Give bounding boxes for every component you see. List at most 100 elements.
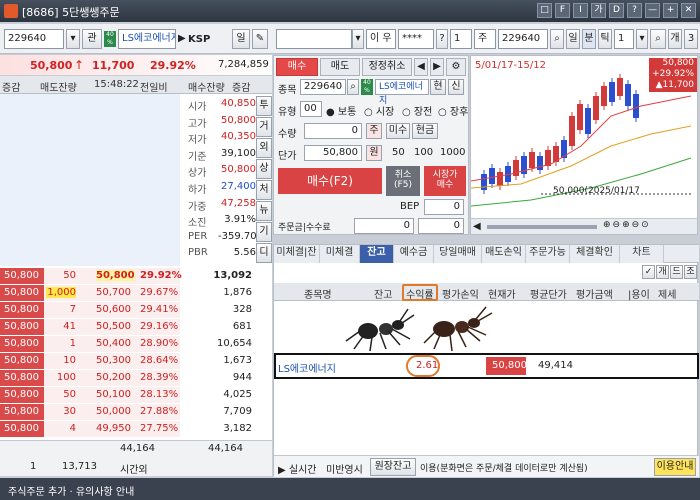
buy-submit-button[interactable]: 매수(F2) — [278, 168, 382, 194]
bid-remain: 10,654 — [217, 338, 252, 349]
chart-scroll-left-icon[interactable]: ◀ — [473, 221, 481, 232]
bottom-tab-8[interactable]: 차트 — [620, 245, 664, 263]
help-icon[interactable]: ? — [436, 29, 448, 49]
price-unit-button[interactable]: 원 — [366, 145, 382, 161]
window-button-6[interactable]: — — [645, 3, 660, 18]
window-button-8[interactable]: ✕ — [681, 3, 696, 18]
chevron-down-icon[interactable]: ▾ — [352, 29, 364, 49]
three-button[interactable]: 3 — [684, 29, 698, 49]
holding-row[interactable]: LS에코에너지 2.61 50,800 49,414 — [274, 353, 699, 379]
order-search-icon[interactable]: ⌕ — [347, 79, 359, 95]
window-button-1[interactable]: F — [555, 3, 570, 18]
tab-buy[interactable]: 매수 — [276, 58, 318, 76]
window-button-5[interactable]: ? — [627, 3, 642, 18]
tab-modify-cancel[interactable]: 정정취소 — [362, 58, 412, 76]
bottom-bar-text: 주식주문 추가 · 유의사항 안내 — [8, 487, 135, 498]
toggle-button-2[interactable]: 드 — [670, 265, 683, 279]
window-button-3[interactable]: 가 — [591, 3, 606, 18]
bid-price[interactable]: 50,200 — [96, 372, 131, 383]
side-tab-6[interactable]: 기 — [256, 222, 272, 242]
bid-price[interactable]: 50,800 — [96, 270, 135, 281]
bid-price[interactable]: 50,700 — [96, 287, 131, 298]
play-icon[interactable]: ▶ — [178, 33, 186, 44]
day-period-button[interactable]: 일 — [566, 29, 580, 49]
bottom-tab-2[interactable]: 잔고 — [360, 245, 394, 263]
type-label: 유형 — [278, 107, 297, 118]
radio-market[interactable]: ○ 시장 — [364, 103, 394, 118]
cash-button[interactable]: 현금 — [412, 123, 438, 139]
password-field[interactable]: **** — [398, 29, 434, 49]
usage-guide-button[interactable]: 이용안내 — [654, 458, 696, 476]
tab-next-icon[interactable]: ▶ — [430, 58, 444, 76]
chart-scrollbar[interactable] — [487, 225, 597, 229]
bottom-tab-4[interactable]: 당일매매 — [434, 245, 482, 263]
unfilled-button[interactable]: 미수 — [386, 123, 410, 139]
bottom-tab-1[interactable]: 미체결 — [320, 245, 360, 263]
qty-unit-button[interactable]: 주 — [366, 123, 382, 139]
radio-normal[interactable]: ● 보통 — [326, 103, 356, 118]
window-button-7[interactable]: + — [663, 3, 678, 18]
price-input[interactable]: 50,800 — [304, 145, 362, 161]
stock-type-select[interactable]: 주 — [474, 29, 496, 49]
ge-button[interactable]: 개 — [668, 29, 682, 49]
bid-price[interactable]: 50,500 — [96, 321, 131, 332]
window-button-0[interactable]: □ — [537, 3, 552, 18]
bid-price[interactable]: 50,000 — [96, 406, 131, 417]
side-tab-0[interactable]: 투 — [256, 96, 272, 116]
day-button[interactable]: 일 — [232, 29, 250, 49]
search-icon-3[interactable]: ⌕ — [650, 29, 666, 49]
bid-price[interactable]: 50,300 — [96, 355, 131, 366]
toggle-button-1[interactable]: 개 — [656, 265, 669, 279]
toggle-button-0[interactable]: ✓ — [642, 265, 655, 279]
search-icon[interactable]: ▾ — [66, 29, 80, 49]
side-tab-5[interactable]: 뉴 — [256, 201, 272, 221]
cancel-f5-button[interactable]: 취소 (F5) — [386, 166, 420, 196]
interval-chevron-icon[interactable]: ▾ — [636, 29, 648, 49]
related-button[interactable]: 관 — [82, 29, 102, 49]
search-icon-2[interactable]: ⌕ — [550, 29, 564, 49]
price-step-1000[interactable]: 1000 — [440, 147, 465, 158]
toggle-button-3[interactable]: 조 — [684, 265, 697, 279]
qty-input[interactable]: 0 — [304, 123, 362, 139]
order-type-select[interactable]: 00 — [300, 101, 322, 117]
bid-price[interactable]: 49,950 — [96, 423, 131, 434]
holding-name[interactable]: LS에코에너지 — [278, 360, 336, 375]
bid-price[interactable]: 50,400 — [96, 338, 131, 349]
bottom-tab-3[interactable]: 예수금 — [394, 245, 434, 263]
tab-prev-icon[interactable]: ◀ — [414, 58, 428, 76]
bid-price[interactable]: 50,600 — [96, 304, 131, 315]
qty-select[interactable]: 1 — [450, 29, 472, 49]
original-balance-button[interactable]: 원장잔고 — [370, 458, 416, 476]
radio-pre[interactable]: ○ 장전 — [402, 103, 432, 118]
cash-order-button[interactable]: 현 — [430, 79, 446, 95]
chart-code-input[interactable]: 229640 — [498, 29, 548, 49]
bottom-tab-7[interactable]: 체결확인 — [570, 245, 620, 263]
window-button-2[interactable]: I — [573, 3, 588, 18]
price-step-50[interactable]: 50 — [392, 147, 405, 158]
credit-order-button[interactable]: 신 — [448, 79, 464, 95]
tab-sell[interactable]: 매도 — [320, 58, 360, 76]
chart-zoom-icons[interactable]: ⊕⊖⊕⊖⊙ — [603, 220, 651, 230]
bottom-tab-0[interactable]: 미체결|잔 — [274, 245, 320, 263]
settings-icon[interactable]: ⚙ — [446, 58, 466, 76]
interval-select[interactable]: 1 — [614, 29, 634, 49]
window-button-4[interactable]: D — [609, 3, 624, 18]
market-buy-button[interactable]: 시장가 매수 — [424, 166, 466, 196]
bottom-tab-5[interactable]: 매도손익 — [482, 245, 526, 263]
side-tab-1[interactable]: 거 — [256, 117, 272, 137]
wrench-icon[interactable]: ✎ — [252, 29, 268, 49]
price-step-100[interactable]: 100 — [414, 147, 433, 158]
order-code-input[interactable]: 229640 — [300, 79, 346, 95]
side-tab-4[interactable]: 처 — [256, 180, 272, 200]
side-tab-3[interactable]: 상 — [256, 159, 272, 179]
price-chart[interactable]: 5/01/17-15/12 50,800 +29.92% ▲11,700 50,… — [470, 55, 698, 235]
side-tab-2[interactable]: 외 — [256, 138, 272, 158]
tick-period-button[interactable]: 틱 — [598, 29, 612, 49]
bottom-tab-6[interactable]: 주문가능 — [526, 245, 570, 263]
bid-price[interactable]: 50,100 — [96, 389, 131, 400]
account-combo[interactable] — [276, 29, 352, 49]
side-tab-7[interactable]: 디 — [256, 243, 272, 263]
minute-period-button[interactable]: 분 — [582, 29, 596, 49]
radio-after[interactable]: ○ 장후 — [438, 103, 468, 118]
stock-code-input[interactable]: 229640 — [4, 29, 64, 49]
